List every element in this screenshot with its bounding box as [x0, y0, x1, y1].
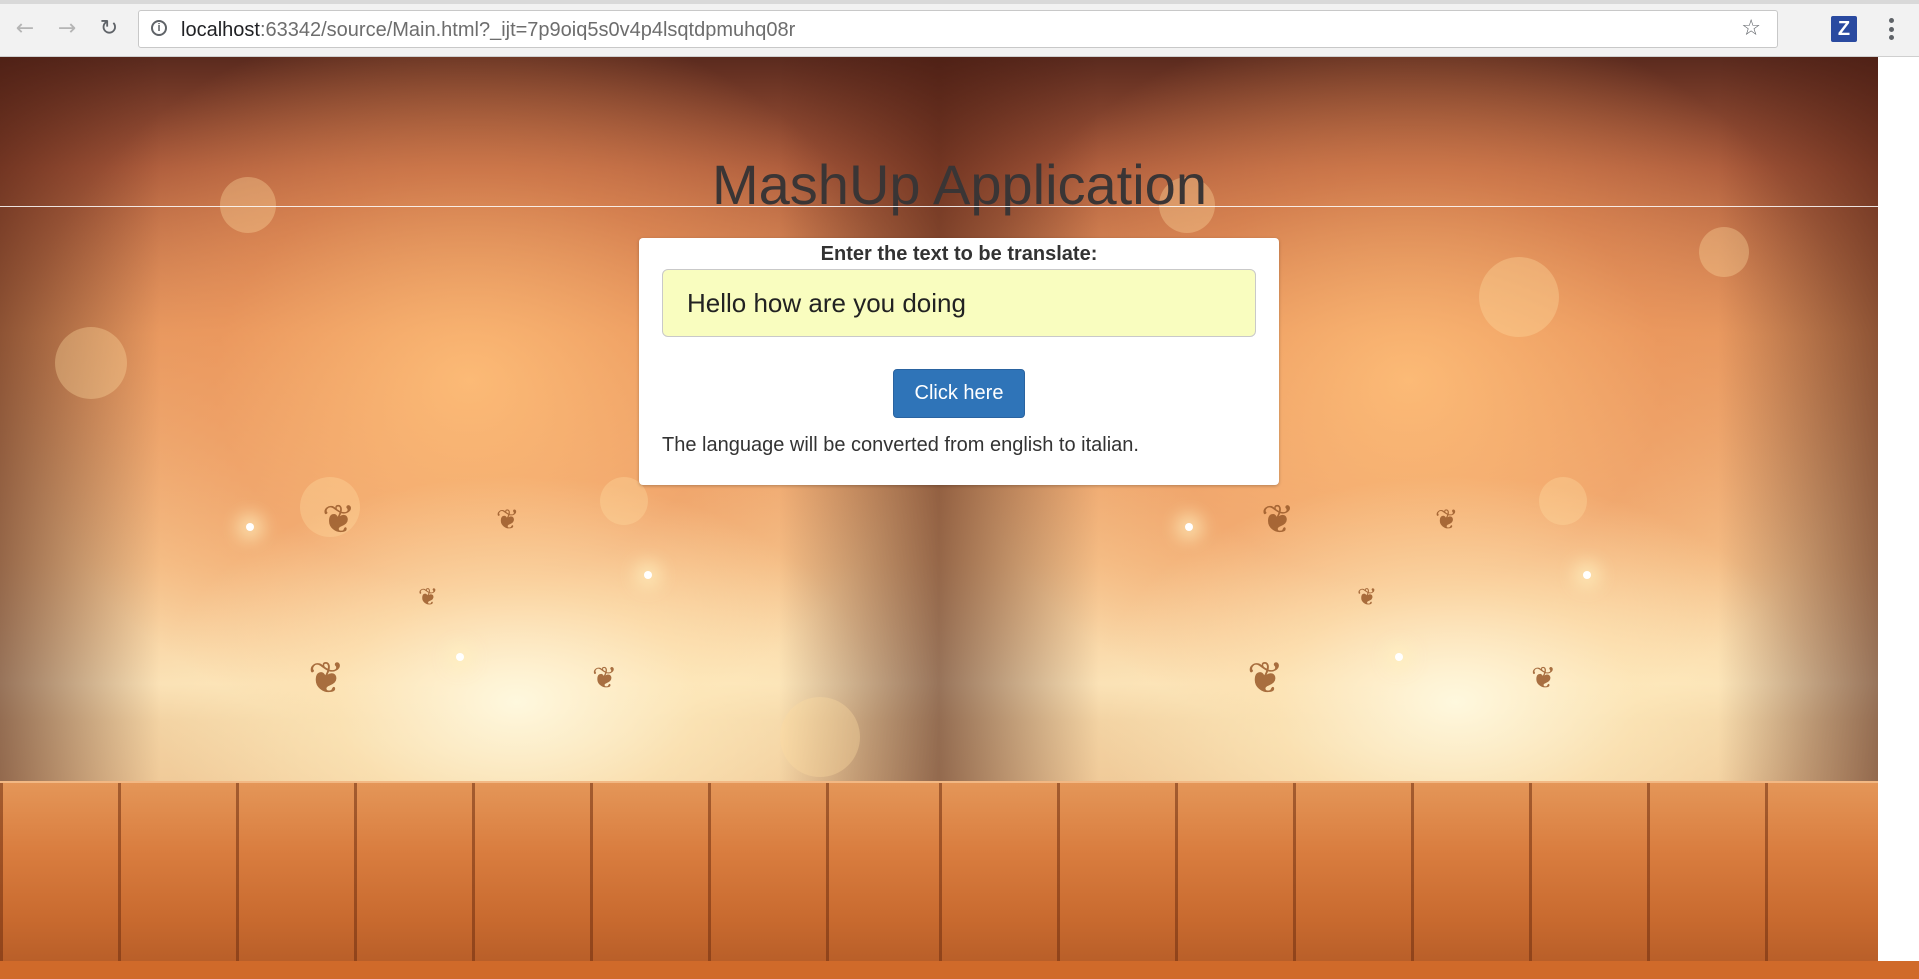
reload-icon[interactable]: ↻ — [94, 12, 124, 44]
page-viewport: ❦ ❦ ❦ ❦ ❦ ❦ ❦ ❦ ❦ ❦ MashUp Application E… — [0, 57, 1919, 979]
url-text[interactable]: localhost:63342/source/Main.html?_ijt=7p… — [181, 20, 795, 40]
star-icon[interactable]: ☆ — [1741, 16, 1761, 41]
url-host: localhost — [181, 19, 260, 41]
butterfly-icon: ❦ — [1261, 497, 1295, 543]
tab-strip — [0, 0, 1919, 4]
butterfly-icon: ❦ — [1357, 583, 1378, 611]
header-divider — [0, 206, 1919, 207]
translate-text-input[interactable] — [662, 269, 1256, 337]
wooden-floor — [939, 783, 1878, 979]
extension-icon[interactable]: Z — [1831, 16, 1857, 42]
butterfly-icon: ❦ — [1531, 661, 1557, 696]
kebab-menu-icon[interactable] — [1886, 14, 1896, 44]
input-label: Enter the text to be translate: — [820, 243, 1098, 265]
info-icon[interactable]: i — [151, 20, 167, 36]
language-note: The language will be converted from engl… — [662, 434, 1139, 456]
butterfly-icon: ❦ — [496, 503, 520, 536]
butterfly-icon: ❦ — [1435, 503, 1459, 536]
forward-arrow-icon[interactable]: → — [52, 12, 82, 44]
back-arrow-icon[interactable]: ← — [10, 12, 40, 44]
butterfly-icon: ❦ — [1247, 653, 1284, 704]
butterfly-icon: ❦ — [592, 661, 618, 696]
translate-button[interactable]: Click here — [893, 369, 1025, 418]
address-bar[interactable]: i localhost:63342/source/Main.html?_ijt=… — [138, 10, 1778, 48]
url-path: :63342/source/Main.html?_ijt=7p9oiq5s0v4… — [259, 19, 796, 41]
butterfly-icon: ❦ — [418, 583, 439, 611]
butterfly-icon: ❦ — [308, 653, 345, 704]
browser-toolbar: ← → ↻ i localhost:63342/source/Main.html… — [0, 0, 1919, 57]
wooden-floor — [0, 783, 939, 979]
butterfly-icon: ❦ — [322, 497, 356, 543]
translate-form-card: Enter the text to be translate: Click he… — [639, 238, 1279, 485]
